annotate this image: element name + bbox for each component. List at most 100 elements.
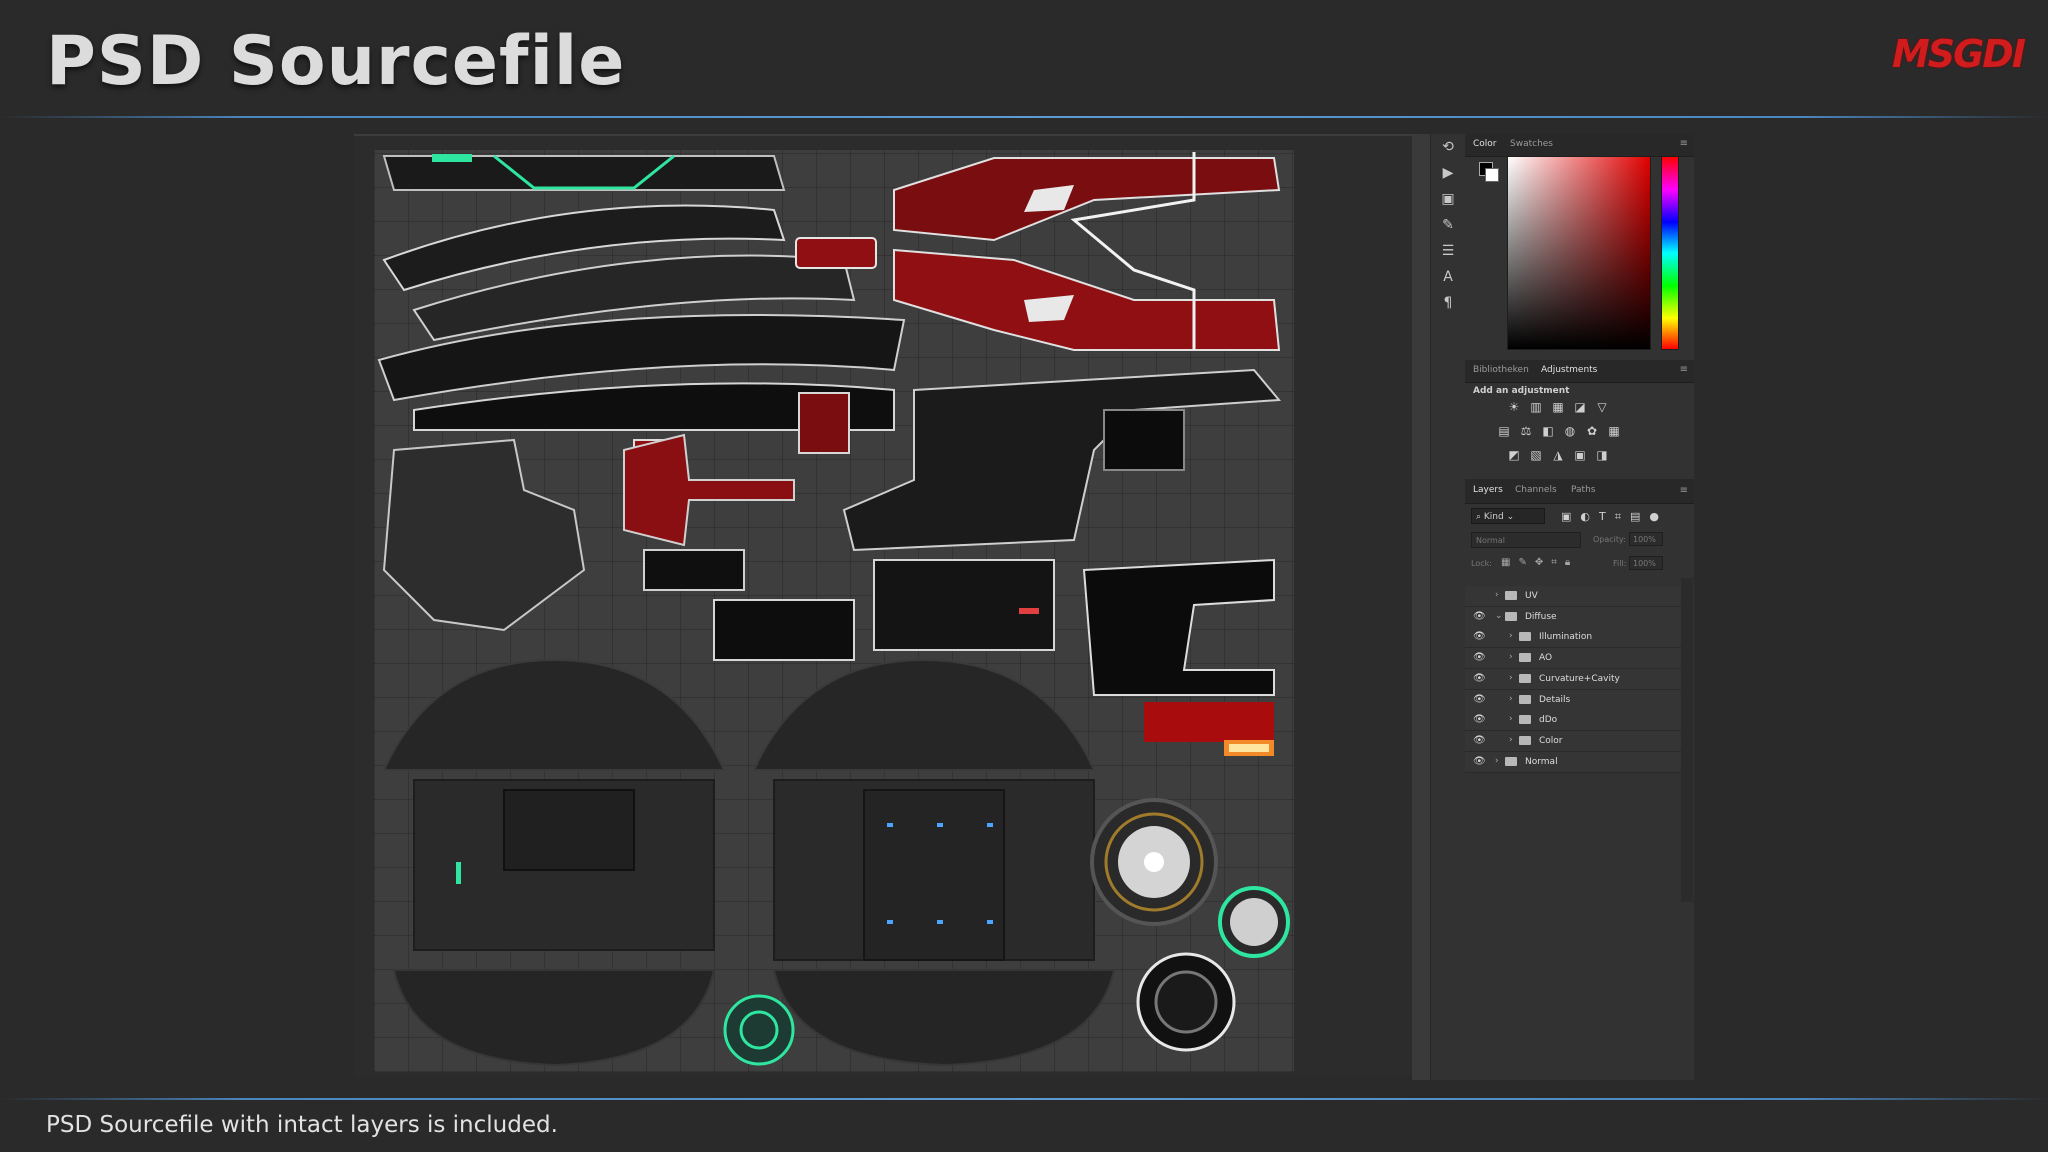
layer-name: Illumination <box>1539 632 1593 643</box>
visibility-eye-icon[interactable]: 👁︎ <box>1473 714 1486 726</box>
levels-icon[interactable]: ▥ <box>1529 400 1543 414</box>
chevron-right-icon[interactable]: › <box>1509 694 1513 704</box>
shape-filter-icon[interactable]: ⌗ <box>1615 510 1621 524</box>
layer-row[interactable]: 👁︎ › AO <box>1465 648 1681 670</box>
chevron-right-icon[interactable]: › <box>1495 756 1499 766</box>
bottom-divider <box>0 1098 2048 1100</box>
visibility-eye-icon[interactable]: 👁︎ <box>1473 631 1486 643</box>
layer-row[interactable]: 👁︎ › dDo <box>1465 710 1681 732</box>
chevron-down-icon[interactable]: ⌄ <box>1495 611 1503 621</box>
tab-swatches[interactable]: Swatches <box>1510 139 1553 149</box>
visibility-eye-icon[interactable]: 👁︎ <box>1473 652 1486 664</box>
tab-libraries[interactable]: Bibliotheken <box>1473 365 1529 375</box>
photoshop-panels: Color Swatches ≡ Bibliotheken Adjustment… <box>1465 134 1694 1080</box>
folder-icon <box>1519 673 1531 683</box>
type-filter-icon[interactable]: T <box>1599 510 1606 524</box>
layer-row[interactable]: 👁︎ ⌄ Diffuse <box>1465 606 1681 628</box>
color-lookup-icon[interactable]: ▦ <box>1607 424 1621 438</box>
visibility-eye-icon[interactable]: 👁︎ <box>1473 673 1486 685</box>
folder-icon <box>1519 653 1531 663</box>
properties-icon[interactable]: ▣ <box>1431 186 1465 212</box>
character-icon[interactable]: A <box>1431 264 1465 290</box>
layer-row[interactable]: › UV <box>1465 586 1681 607</box>
tab-color[interactable]: Color <box>1473 139 1497 149</box>
panel-menu-icon[interactable]: ≡ <box>1680 138 1688 149</box>
play-icon[interactable]: ▶ <box>1431 160 1465 186</box>
hue-saturation-icon[interactable]: ▤ <box>1497 424 1511 438</box>
pixel-filter-icon[interactable]: ▣ <box>1561 510 1571 524</box>
folder-icon <box>1505 756 1517 766</box>
opacity-field[interactable]: 100% <box>1629 532 1663 546</box>
folder-icon <box>1519 715 1531 725</box>
panel-menu-icon[interactable]: ≡ <box>1680 485 1688 496</box>
chevron-right-icon[interactable]: › <box>1509 652 1513 662</box>
filter-toggle-icon[interactable]: ● <box>1649 510 1659 524</box>
black-white-icon[interactable]: ◧ <box>1541 424 1555 438</box>
layers-scrollbar[interactable] <box>1681 578 1693 902</box>
chevron-right-icon[interactable]: › <box>1509 673 1513 683</box>
background-color-swatch[interactable] <box>1485 168 1499 182</box>
gradient-map-icon[interactable]: ◨ <box>1595 448 1609 462</box>
layer-name: Curvature+Cavity <box>1539 673 1620 684</box>
adjustment-icons-row-2: ▤ ⚖ ◧ ◍ ✿ ▦ <box>1497 424 1621 438</box>
layers-panel-header: Layers Channels Paths ≡ <box>1465 479 1694 504</box>
selective-color-icon[interactable]: ▣ <box>1573 448 1587 462</box>
photo-filter-icon[interactable]: ◍ <box>1563 424 1577 438</box>
tab-layers[interactable]: Layers <box>1473 485 1503 495</box>
exposure-icon[interactable]: ◪ <box>1573 400 1587 414</box>
smart-object-filter-icon[interactable]: ▤ <box>1630 510 1640 524</box>
layer-name: UV <box>1525 591 1538 601</box>
slide-title: PSD Sourcefile <box>46 22 626 101</box>
fill-field[interactable]: 100% <box>1629 556 1663 570</box>
blend-mode-select[interactable]: Normal <box>1471 532 1581 548</box>
color-picker-field[interactable] <box>1507 156 1651 350</box>
adjustment-icons-row-1: ☀ ▥ ▦ ◪ ▽ <box>1507 400 1609 414</box>
opacity-label: Opacity: <box>1593 535 1626 544</box>
filter-kind-value: Kind <box>1483 512 1504 522</box>
lock-all-icon[interactable]: 🔒︎ <box>1565 557 1570 568</box>
adjustment-filter-icon[interactable]: ◐ <box>1580 510 1590 524</box>
layer-row[interactable]: 👁︎ › Normal <box>1465 751 1681 773</box>
channel-mixer-icon[interactable]: ✿ <box>1585 424 1599 438</box>
lock-paint-icon[interactable]: ✎ <box>1518 557 1526 568</box>
history-icon[interactable]: ⟲ <box>1431 134 1465 160</box>
hue-slider[interactable] <box>1661 156 1679 350</box>
paragraph-icon[interactable]: ¶ <box>1431 290 1465 316</box>
visibility-eye-icon[interactable]: 👁︎ <box>1473 735 1486 747</box>
layer-filter-kind-select[interactable]: ⌕ Kind ⌄ <box>1471 508 1545 524</box>
visibility-eye-icon[interactable]: 👁︎ <box>1473 756 1486 768</box>
visibility-eye-icon[interactable]: 👁︎ <box>1473 694 1486 706</box>
visibility-eye-icon[interactable]: 👁︎ <box>1473 611 1486 623</box>
layer-row[interactable]: 👁︎ › Color <box>1465 730 1681 752</box>
color-balance-icon[interactable]: ⚖ <box>1519 424 1533 438</box>
layer-name: Details <box>1539 694 1571 705</box>
tab-channels[interactable]: Channels <box>1515 485 1557 495</box>
invert-icon[interactable]: ◩ <box>1507 448 1521 462</box>
chevron-right-icon[interactable]: › <box>1509 631 1513 641</box>
tab-paths[interactable]: Paths <box>1571 485 1595 495</box>
layer-row[interactable]: 👁︎ › Curvature+Cavity <box>1465 668 1681 690</box>
panel-menu-icon[interactable]: ≡ <box>1680 364 1688 375</box>
chevron-right-icon[interactable]: › <box>1509 735 1513 745</box>
lock-transparent-icon[interactable]: ▦ <box>1501 557 1510 568</box>
lock-position-icon[interactable]: ✥ <box>1535 557 1543 568</box>
brush-presets-icon[interactable]: ✎ <box>1431 212 1465 238</box>
curves-icon[interactable]: ▦ <box>1551 400 1565 414</box>
vibrance-icon[interactable]: ▽ <box>1595 400 1609 414</box>
adjust-sliders-icon[interactable]: ☰ <box>1431 238 1465 264</box>
threshold-icon[interactable]: ◮ <box>1551 448 1565 462</box>
lock-artboard-icon[interactable]: ⌗ <box>1551 557 1557 568</box>
folder-icon <box>1505 611 1517 621</box>
layer-name: Normal <box>1525 756 1558 767</box>
fill-label: Fill: <box>1613 559 1627 568</box>
texture-canvas[interactable] <box>374 150 1294 1072</box>
tab-adjustments[interactable]: Adjustments <box>1541 365 1597 375</box>
layer-row[interactable]: 👁︎ › Illumination <box>1465 627 1681 649</box>
posterize-icon[interactable]: ▧ <box>1529 448 1543 462</box>
chevron-right-icon[interactable]: › <box>1509 714 1513 724</box>
visibility-eye-icon[interactable] <box>1473 590 1485 602</box>
brightness-icon[interactable]: ☀ <box>1507 400 1521 414</box>
top-divider <box>0 116 2048 118</box>
chevron-right-icon[interactable]: › <box>1495 590 1499 600</box>
layer-row[interactable]: 👁︎ › Details <box>1465 689 1681 711</box>
